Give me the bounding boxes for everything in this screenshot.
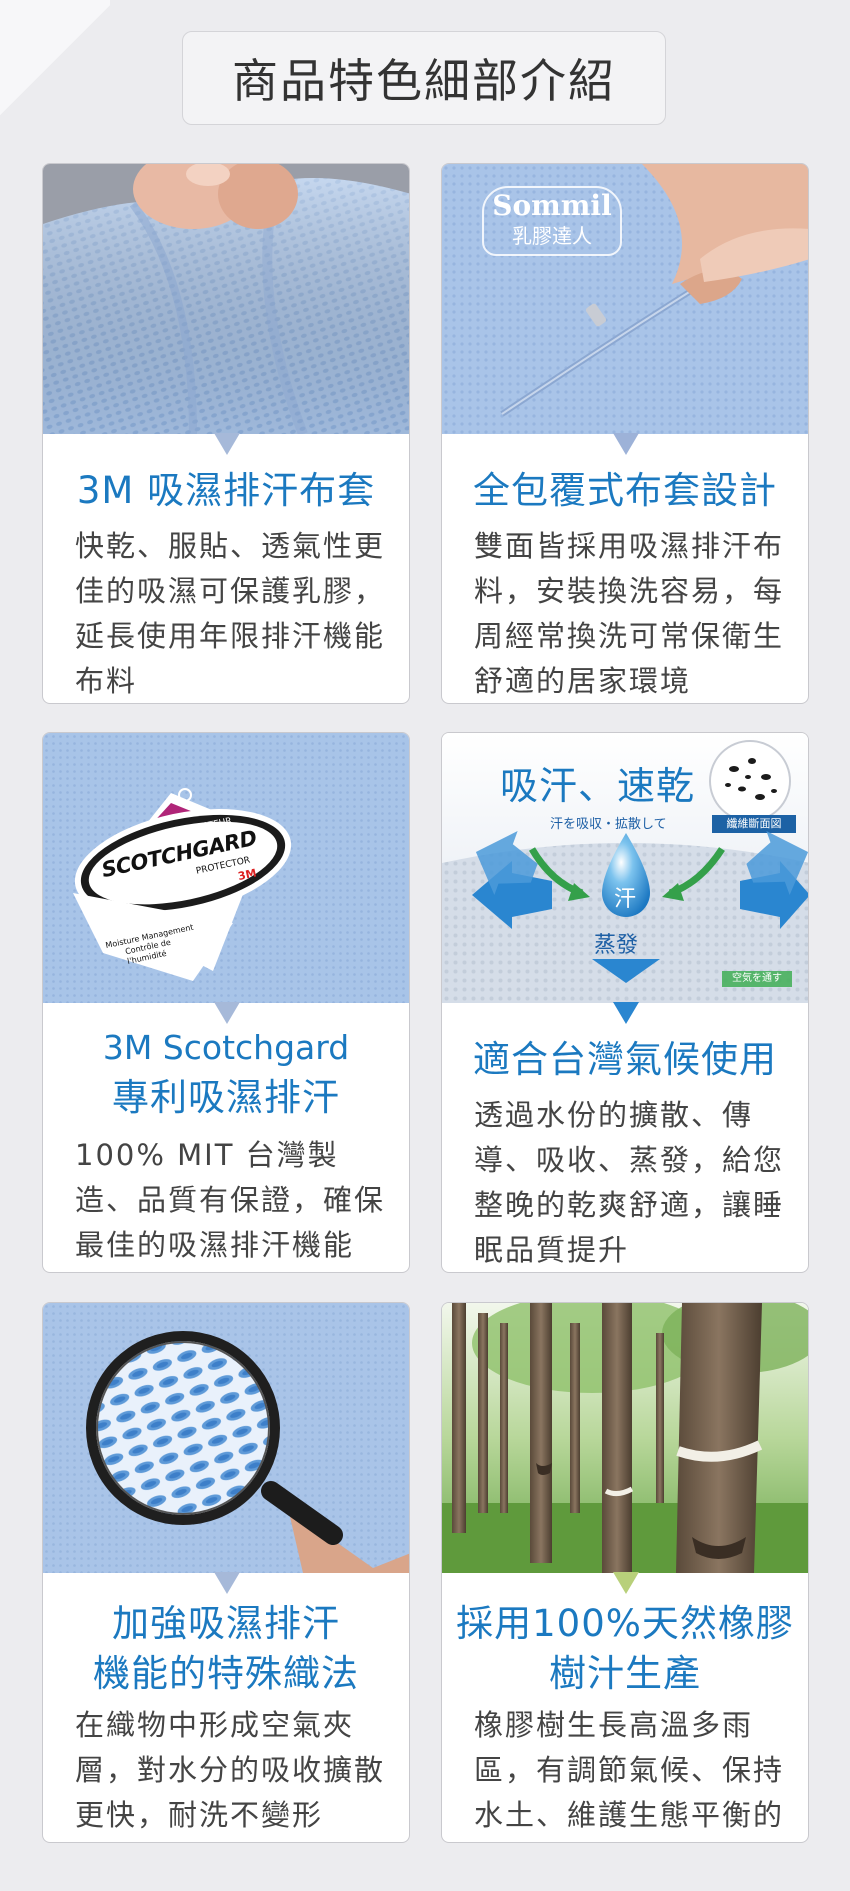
card-heading-line-1: 採用100%天然橡膠 [456, 1602, 794, 1645]
diagram-title: 吸汗、速乾 [500, 764, 696, 808]
brand-name-zh: 乳膠達人 [512, 224, 592, 248]
diagram-badge: 纖維斷面図 [726, 817, 782, 830]
card-heading-line-2: 樹汁生產 [549, 1652, 701, 1695]
pointer-notch [214, 433, 240, 455]
photo-blue-mesh-fabric [43, 164, 409, 434]
card-body: 雙面皆採用吸濕排汗布料，安裝換洗容易，每周經常換洗可常保衛生舒適的居家環境 [474, 529, 785, 698]
feature-card-full-cover: Sommil 乳膠達人 全包覆式布套設計 雙面皆採用吸濕排汗布料，安裝換洗容易，… [441, 163, 809, 704]
pointer-notch [214, 1572, 240, 1594]
diagram-bottom-label: 蒸發 [594, 933, 639, 958]
card-body: 透過水份的擴散、傳導、吸收、蒸發，給您整晚的乾爽舒適，讓睡眠品質提升 [474, 1098, 785, 1267]
card-heading-line-2: 機能的特殊織法 [93, 1652, 359, 1695]
card-heading-block: 加強吸濕排汗 機能的特殊織法 [43, 1599, 409, 1699]
photo-rubber-trees [442, 1303, 808, 1573]
diagram-corner-label: 空気を通す [732, 973, 782, 984]
card-heading: 全包覆式布套設計 [473, 469, 777, 512]
diagram-subtitle: 汗を吸収・拡散して [550, 817, 667, 832]
card-heading: 適合台灣氣候使用 [473, 1038, 777, 1081]
pointer-notch [214, 1002, 240, 1024]
feature-card-natural-latex: 採用100%天然橡膠 樹汁生產 橡膠樹生長高溫多雨區，有調節氣候、保持水土、維護… [441, 1302, 809, 1843]
page-title: 商品特色細部介紹 [182, 31, 666, 125]
card-body: 快乾、服貼、透氣性更佳的吸濕可保護乳膠，延長使用年限排汗機能布料 [75, 529, 386, 698]
diagram-drop-label: 汗 [614, 887, 637, 912]
photo-magnifier-fabric [43, 1303, 409, 1573]
card-heading-block: 3M Scotchgard 專利吸濕排汗 [43, 1023, 409, 1123]
brand-logo: Sommil 乳膠達人 [482, 186, 622, 256]
brand-name-en: Sommil [492, 189, 612, 222]
pointer-notch [613, 433, 639, 455]
card-heading-en: 3M Scotchgard [102, 1028, 350, 1067]
feature-card-3m-fabric: 3M 吸濕排汗布套 快乾、服貼、透氣性更佳的吸濕可保護乳膠，延長使用年限排汗機能… [42, 163, 410, 704]
card-heading: 專利吸濕排汗 [112, 1076, 340, 1119]
tag-logo-3m: 3M [236, 866, 258, 884]
pointer-notch [613, 1572, 639, 1594]
card-body: 橡膠樹生長高溫多雨區，有調節氣候、保持水土、維護生態平衡的功能 [474, 1708, 785, 1832]
card-body: 100% MIT 台灣製造、品質有保證，確保最佳的吸濕排汗機能 [75, 1138, 386, 1262]
feature-card-scotchgard: PROTECTEUR SCOTCHGARD PROTECTOR 3M Moist… [42, 732, 410, 1273]
card-body: 在織物中形成空氣夾層，對水分的吸收擴散更快，耐洗不變形 [75, 1708, 386, 1832]
card-heading-line-1: 加強吸濕排汗 [112, 1602, 340, 1645]
corner-decoration [0, 0, 110, 120]
card-heading-block: 採用100%天然橡膠 樹汁生產 [442, 1599, 808, 1699]
feature-card-special-weave: 加強吸濕排汗 機能的特殊織法 在織物中形成空氣夾層，對水分的吸收擴散更快，耐洗不… [42, 1302, 410, 1843]
feature-card-climate: 吸汗、速乾 汗を吸収・拡散して 纖維斷面図 汗 蒸發 空気を通す 適合台灣氣候使… [441, 732, 809, 1273]
pointer-notch [613, 1002, 639, 1024]
card-heading: 3M 吸濕排汗布套 [76, 469, 376, 512]
